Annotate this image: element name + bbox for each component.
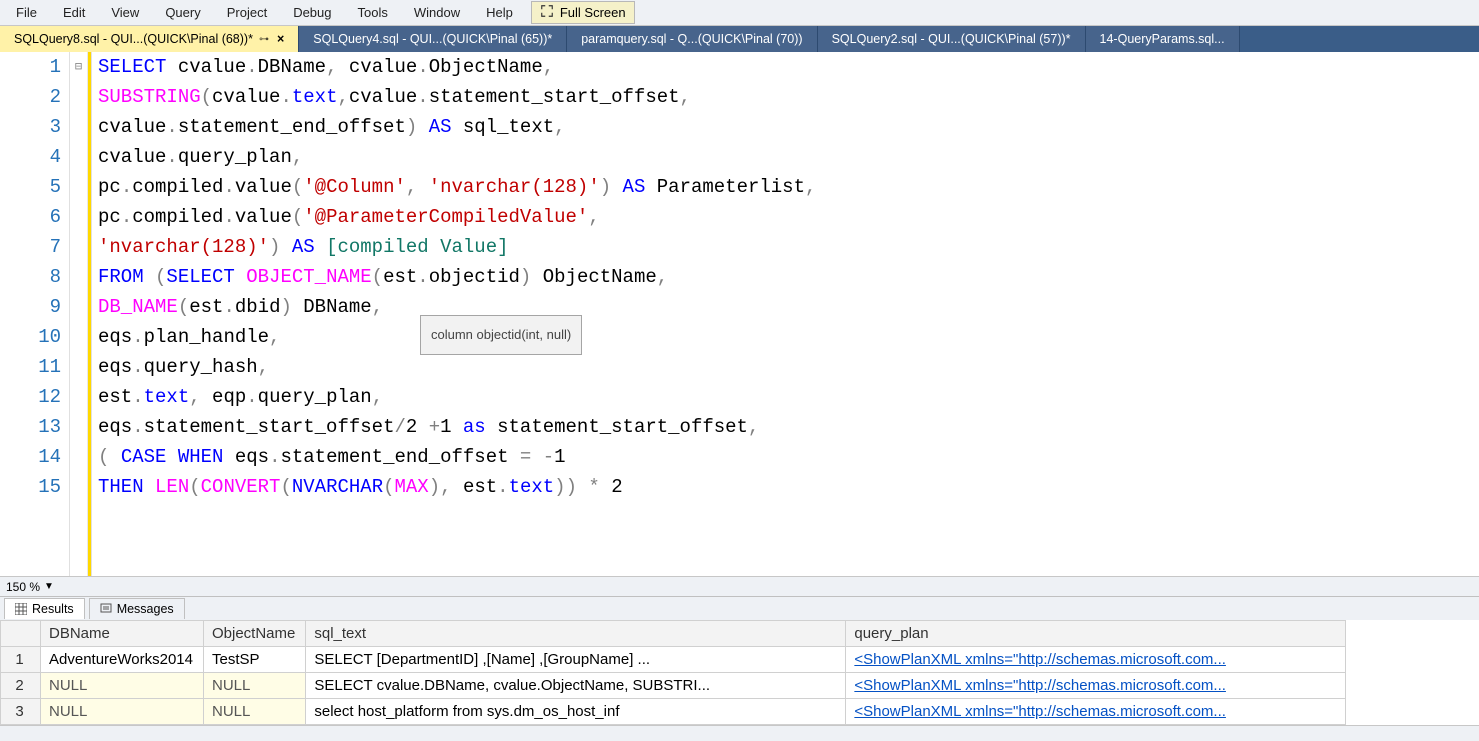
code-line[interactable]: cvalue.query_plan,	[98, 142, 1479, 172]
messages-icon	[100, 603, 112, 615]
code-line[interactable]: THEN LEN(CONVERT(NVARCHAR(MAX), est.text…	[98, 472, 1479, 502]
cell-ObjectName[interactable]: TestSP	[203, 647, 305, 673]
tab-sqlquery8[interactable]: SQLQuery8.sql - QUI...(QUICK\Pinal (68))…	[0, 26, 299, 52]
tab-sqlquery2[interactable]: SQLQuery2.sql - QUI...(QUICK\Pinal (57))…	[818, 26, 1086, 52]
grid-icon	[15, 603, 27, 615]
column-header[interactable]: sql_text	[306, 621, 846, 647]
chevron-down-icon[interactable]: ▼	[44, 581, 54, 592]
code-line[interactable]: pc.compiled.value('@ParameterCompiledVal…	[98, 202, 1479, 232]
intellisense-tooltip: column objectid(int, null)	[420, 315, 582, 355]
fold-gutter[interactable]: ⊟	[70, 52, 88, 576]
results-tabstrip: Results Messages	[0, 596, 1479, 620]
code-line[interactable]: pc.compiled.value('@Column', 'nvarchar(1…	[98, 172, 1479, 202]
code-line[interactable]: est.text, eqp.query_plan,	[98, 382, 1479, 412]
cell-sql_text[interactable]: select host_platform from sys.dm_os_host…	[306, 699, 846, 725]
tab-sqlquery4[interactable]: SQLQuery4.sql - QUI...(QUICK\Pinal (65))…	[299, 26, 567, 52]
tab-paramquery[interactable]: paramquery.sql - Q...(QUICK\Pinal (70))	[567, 26, 817, 52]
results-grid[interactable]: DBNameObjectNamesql_textquery_plan 1Adve…	[0, 620, 1479, 725]
column-header[interactable]: query_plan	[846, 621, 1346, 647]
cell-DBName[interactable]: NULL	[41, 699, 204, 725]
zoom-level[interactable]: 150 %	[6, 580, 40, 594]
menu-view[interactable]: View	[99, 2, 151, 23]
cell-query_plan[interactable]: <ShowPlanXML xmlns="http://schemas.micro…	[846, 699, 1346, 725]
column-header[interactable]: DBName	[41, 621, 204, 647]
code-line[interactable]: cvalue.statement_end_offset) AS sql_text…	[98, 112, 1479, 142]
menu-window[interactable]: Window	[402, 2, 472, 23]
horizontal-scrollbar[interactable]	[0, 725, 1479, 741]
menu-query[interactable]: Query	[153, 2, 212, 23]
line-number-gutter: 123456789101112131415	[0, 52, 70, 576]
cell-DBName[interactable]: AdventureWorks2014	[41, 647, 204, 673]
code-line[interactable]: SUBSTRING(cvalue.text,cvalue.statement_s…	[98, 82, 1479, 112]
cell-DBName[interactable]: NULL	[41, 673, 204, 699]
code-line[interactable]: eqs.statement_start_offset/2 +1 as state…	[98, 412, 1479, 442]
cell-ObjectName[interactable]: NULL	[203, 699, 305, 725]
code-line[interactable]: eqs.query_hash,	[98, 352, 1479, 382]
menu-project[interactable]: Project	[215, 2, 279, 23]
tab-label: SQLQuery4.sql - QUI...(QUICK\Pinal (65))…	[313, 32, 552, 46]
menu-help[interactable]: Help	[474, 2, 525, 23]
column-header[interactable]: ObjectName	[203, 621, 305, 647]
cell-sql_text[interactable]: SELECT [DepartmentID] ,[Name] ,[GroupNam…	[306, 647, 846, 673]
tab-label: 14-QueryParams.sql...	[1100, 32, 1225, 46]
tab-14queryparams[interactable]: 14-QueryParams.sql...	[1086, 26, 1240, 52]
cell-query_plan[interactable]: <ShowPlanXML xmlns="http://schemas.micro…	[846, 673, 1346, 699]
tab-label: SQLQuery2.sql - QUI...(QUICK\Pinal (57))…	[832, 32, 1071, 46]
messages-label: Messages	[117, 602, 174, 616]
code-line[interactable]: eqs.plan_handle,	[98, 322, 1479, 352]
menu-debug[interactable]: Debug	[281, 2, 343, 23]
menu-edit[interactable]: Edit	[51, 2, 97, 23]
menubar: File Edit View Query Project Debug Tools…	[0, 0, 1479, 26]
table-row[interactable]: 2NULLNULLSELECT cvalue.DBName, cvalue.Ob…	[1, 673, 1346, 699]
results-label: Results	[32, 602, 74, 616]
table-row[interactable]: 1AdventureWorks2014TestSPSELECT [Departm…	[1, 647, 1346, 673]
menu-tools[interactable]: Tools	[346, 2, 400, 23]
tab-label: SQLQuery8.sql - QUI...(QUICK\Pinal (68))…	[14, 32, 253, 46]
menu-file[interactable]: File	[4, 2, 49, 23]
close-icon[interactable]: ×	[277, 32, 284, 46]
sql-editor[interactable]: 123456789101112131415 ⊟ SELECT cvalue.DB…	[0, 52, 1479, 576]
code-line[interactable]: 'nvarchar(128)') AS [compiled Value]	[98, 232, 1479, 262]
editor-zoom-bar: 150 % ▼	[0, 576, 1479, 596]
fullscreen-button[interactable]: Full Screen	[531, 1, 635, 24]
tab-results[interactable]: Results	[4, 598, 85, 619]
pin-icon[interactable]: ⊶	[259, 34, 269, 45]
code-line[interactable]: FROM (SELECT OBJECT_NAME(est.objectid) O…	[98, 262, 1479, 292]
fullscreen-label: Full Screen	[560, 5, 626, 20]
table-row[interactable]: 3NULLNULLselect host_platform from sys.d…	[1, 699, 1346, 725]
code-line[interactable]: DB_NAME(est.dbid) DBName,	[98, 292, 1479, 322]
code-line[interactable]: ( CASE WHEN eqs.statement_end_offset = -…	[98, 442, 1479, 472]
cell-ObjectName[interactable]: NULL	[203, 673, 305, 699]
document-tabs: SQLQuery8.sql - QUI...(QUICK\Pinal (68))…	[0, 26, 1479, 52]
cell-sql_text[interactable]: SELECT cvalue.DBName, cvalue.ObjectName,…	[306, 673, 846, 699]
fullscreen-icon	[540, 4, 554, 21]
code-area[interactable]: SELECT cvalue.DBName, cvalue.ObjectName,…	[92, 52, 1479, 576]
cell-query_plan[interactable]: <ShowPlanXML xmlns="http://schemas.micro…	[846, 647, 1346, 673]
tab-label: paramquery.sql - Q...(QUICK\Pinal (70))	[581, 32, 802, 46]
code-line[interactable]: SELECT cvalue.DBName, cvalue.ObjectName,	[98, 52, 1479, 82]
tab-messages[interactable]: Messages	[89, 598, 185, 619]
